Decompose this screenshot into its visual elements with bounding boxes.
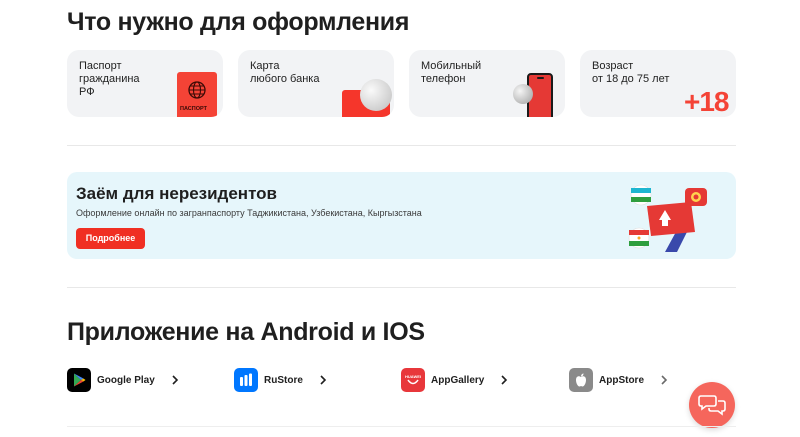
apps-title: Приложение на Android и IOS xyxy=(67,318,425,346)
requirement-card-phone: Мобильный телефон xyxy=(409,50,565,117)
apple-icon xyxy=(569,368,593,392)
chevron-right-icon xyxy=(661,375,668,385)
appstore-link[interactable]: AppStore xyxy=(569,367,670,393)
chevron-right-icon xyxy=(320,375,327,385)
age-badge: +18 xyxy=(684,86,729,117)
passport-flags-illustration xyxy=(628,184,707,252)
divider xyxy=(67,426,736,427)
passport-label: ПАСПОРТ xyxy=(180,106,207,112)
banner-title: Заём для нерезидентов xyxy=(76,184,278,203)
chevron-right-icon xyxy=(501,375,508,385)
divider xyxy=(67,145,736,146)
requirement-card-bank: Карта любого банка xyxy=(238,50,394,117)
appgallery-icon: HUAWEI xyxy=(401,368,425,392)
passport-icon: ПАСПОРТ xyxy=(177,72,217,117)
chat-icon xyxy=(698,395,726,416)
rustore-icon xyxy=(234,368,258,392)
store-label: RuStore xyxy=(264,374,303,386)
requirement-label: Возраст от 18 до 75 лет xyxy=(592,60,670,85)
more-details-button[interactable]: Подробнее xyxy=(76,228,145,249)
requirement-card-age: Возраст от 18 до 75 лет +18 xyxy=(580,50,736,117)
requirements-title: Что нужно для оформления xyxy=(67,8,410,36)
globe-icon xyxy=(188,81,206,99)
requirement-label: Карта любого банка xyxy=(250,60,320,85)
chat-button[interactable] xyxy=(689,382,735,428)
chevron-right-icon xyxy=(172,375,178,385)
store-label: Google Play xyxy=(97,374,155,386)
google-play-icon xyxy=(67,368,91,392)
coin-icon xyxy=(360,79,392,111)
divider xyxy=(67,287,736,288)
appgallery-link[interactable]: HUAWEI AppGallery xyxy=(401,367,510,393)
requirement-label: Мобильный телефон xyxy=(421,60,482,85)
store-label: AppStore xyxy=(599,374,644,386)
store-label: AppGallery xyxy=(431,374,485,386)
requirement-card-passport: Паспорт гражданина РФ ПАСПОРТ xyxy=(67,50,223,117)
nonresident-loan-banner[interactable]: Заём для нерезидентов Оформление онлайн … xyxy=(67,172,736,259)
sphere-icon xyxy=(513,84,533,104)
rustore-link[interactable]: RuStore xyxy=(234,367,329,393)
banner-subtitle: Оформление онлайн по загранпаспорту Тадж… xyxy=(76,208,422,218)
google-play-link[interactable]: Google Play xyxy=(67,367,181,393)
requirement-label: Паспорт гражданина РФ xyxy=(79,60,140,98)
